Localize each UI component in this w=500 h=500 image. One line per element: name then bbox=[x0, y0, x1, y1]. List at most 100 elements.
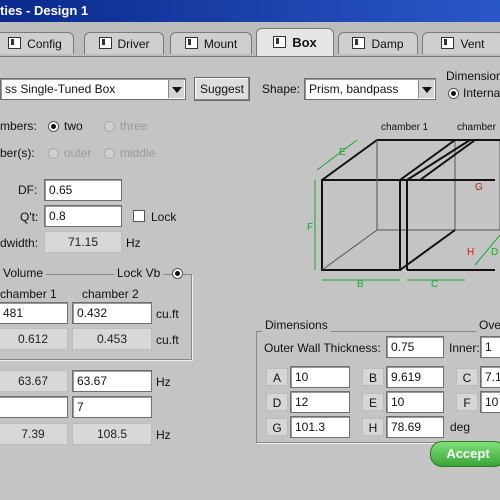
qt-label: Q't: bbox=[20, 210, 39, 224]
dim-c-input[interactable]: 7.1 bbox=[480, 366, 500, 388]
tab-label: Mount bbox=[203, 37, 238, 51]
box-type-select[interactable]: ss Single-Tuned Box bbox=[0, 78, 186, 100]
label-e: E bbox=[339, 147, 346, 158]
df-label: DF: bbox=[18, 183, 38, 197]
volume-label: Volume bbox=[0, 266, 47, 280]
bandwidth-label: dwidth: bbox=[0, 236, 39, 250]
inner-input[interactable]: 1 bbox=[480, 336, 500, 358]
tab-vent[interactable]: Vent bbox=[422, 32, 500, 54]
dim-a-label: A bbox=[266, 368, 288, 386]
title-bar: ties - Design 1 bbox=[0, 0, 500, 22]
result-unit: Hz bbox=[156, 428, 171, 442]
shape-select[interactable]: Prism, bandpass bbox=[304, 78, 436, 100]
two-label: two bbox=[64, 119, 83, 133]
suggest-button[interactable]: Suggest bbox=[194, 77, 250, 101]
middle-label: middle bbox=[120, 146, 156, 160]
dim-c-label: C bbox=[456, 368, 478, 386]
driver-icon bbox=[98, 37, 112, 49]
mount-icon bbox=[184, 37, 198, 49]
shape-value: Prism, bandpass bbox=[309, 82, 399, 96]
dim-e-label: E bbox=[362, 393, 384, 411]
middle-radio[interactable] bbox=[104, 148, 115, 159]
lock-qt-checkbox[interactable] bbox=[133, 210, 145, 222]
tab-label: Damp bbox=[371, 37, 404, 51]
dimensions-mode-label: Dimension bbox=[446, 69, 500, 83]
lock-qt-label: Lock bbox=[151, 210, 177, 224]
chamber1-tuning: 63.67 bbox=[0, 370, 68, 392]
over-label: Ove bbox=[476, 318, 500, 332]
tab-strip: Config Driver Mount Box Damp Vent bbox=[0, 22, 500, 57]
tab-box[interactable]: Box bbox=[256, 28, 334, 56]
tab-config[interactable]: Config bbox=[0, 32, 74, 54]
dim-f-label: F bbox=[456, 393, 478, 411]
label-b: B bbox=[357, 279, 364, 290]
tab-damp[interactable]: Damp bbox=[338, 32, 418, 54]
three-chambers-radio[interactable] bbox=[104, 121, 115, 132]
label-h: H bbox=[467, 247, 474, 258]
dim-b-input[interactable]: 9.619 bbox=[386, 366, 444, 388]
chamber1-caption: chamber 1 bbox=[381, 122, 429, 133]
chamber2-volume-input[interactable]: 0.432 bbox=[72, 302, 152, 324]
three-label: three bbox=[120, 119, 148, 133]
chamber1-back-face bbox=[376, 139, 456, 231]
outer-wall-input[interactable]: 0.75 bbox=[386, 336, 444, 358]
bandwidth-value: 71.15 bbox=[44, 231, 122, 253]
internal-label: Interna bbox=[463, 86, 500, 100]
dimensions-label: Dimensions bbox=[262, 318, 331, 332]
tab-driver[interactable]: Driver bbox=[84, 32, 164, 54]
outer-wall-label: Outer Wall Thickness: bbox=[264, 341, 381, 355]
label-f: F bbox=[307, 222, 313, 233]
hidden-edge-2 bbox=[321, 229, 378, 271]
chamber2-volume-gross: 0.453 bbox=[72, 328, 152, 350]
chamber2-result: 108.5 bbox=[72, 423, 152, 445]
chamber-select-label: ber(s): bbox=[0, 146, 35, 160]
config-icon bbox=[8, 37, 22, 49]
volume-unit: cu.ft bbox=[156, 307, 179, 321]
tuning-unit: Hz bbox=[156, 375, 171, 389]
tab-mount[interactable]: Mount bbox=[170, 32, 252, 54]
shape-label: Shape: bbox=[262, 82, 301, 96]
dim-e-input[interactable]: 10 bbox=[386, 391, 444, 413]
bandwidth-unit: Hz bbox=[126, 236, 141, 250]
chevron-down-icon[interactable] bbox=[418, 80, 434, 98]
damp-icon bbox=[352, 37, 366, 49]
dim-f-input[interactable]: 10 bbox=[480, 391, 500, 413]
df-input[interactable]: 0.65 bbox=[44, 179, 122, 201]
chamber2-header: chamber 2 bbox=[82, 287, 139, 301]
chamber1-result: 7.39 bbox=[0, 423, 68, 445]
dim-b-label: B bbox=[362, 368, 384, 386]
chevron-down-icon[interactable] bbox=[168, 80, 184, 98]
dim-h-label: H bbox=[362, 418, 384, 436]
divider-edge bbox=[406, 139, 471, 181]
inner-label: Inner: bbox=[449, 341, 480, 355]
chamber2-port-input[interactable]: 7 bbox=[72, 396, 152, 418]
dim-g-input[interactable]: 101.3 bbox=[290, 416, 350, 438]
chamber1-volume-input[interactable]: 481 bbox=[0, 302, 68, 324]
qt-input[interactable]: 0.8 bbox=[44, 205, 122, 227]
box-type-value: ss Single-Tuned Box bbox=[5, 82, 116, 96]
volume-gross-unit: cu.ft bbox=[156, 333, 179, 347]
box-icon bbox=[273, 36, 287, 48]
dim-a-input[interactable]: 10 bbox=[290, 366, 350, 388]
chambers-label: mbers: bbox=[0, 119, 37, 133]
two-chambers-radio[interactable] bbox=[48, 121, 59, 132]
box-diagram: E F B C D G H chamber 1 chamber bbox=[307, 122, 500, 290]
dim-d-input[interactable]: 12 bbox=[290, 391, 350, 413]
dim-d-label: D bbox=[266, 393, 288, 411]
chamber2-tuning-input[interactable]: 63.67 bbox=[72, 370, 152, 392]
dim-h-input[interactable]: 78.69 bbox=[386, 416, 444, 438]
accept-button[interactable]: Accept bbox=[430, 441, 500, 467]
lock-vb-radio[interactable] bbox=[172, 268, 183, 279]
dim-g-label: G bbox=[266, 418, 288, 436]
bottom-divider-edge bbox=[399, 229, 456, 271]
chamber1-header: chamber 1 bbox=[0, 287, 57, 301]
window-title: ties - Design 1 bbox=[0, 3, 89, 18]
vent-icon bbox=[441, 37, 455, 49]
tab-label: Box bbox=[292, 35, 317, 50]
label-g: G bbox=[475, 182, 483, 193]
outer-radio[interactable] bbox=[48, 148, 59, 159]
chamber1-port-input[interactable] bbox=[0, 396, 68, 418]
internal-radio[interactable] bbox=[448, 88, 459, 99]
label-c: C bbox=[431, 279, 438, 290]
label-d: D bbox=[491, 247, 498, 258]
